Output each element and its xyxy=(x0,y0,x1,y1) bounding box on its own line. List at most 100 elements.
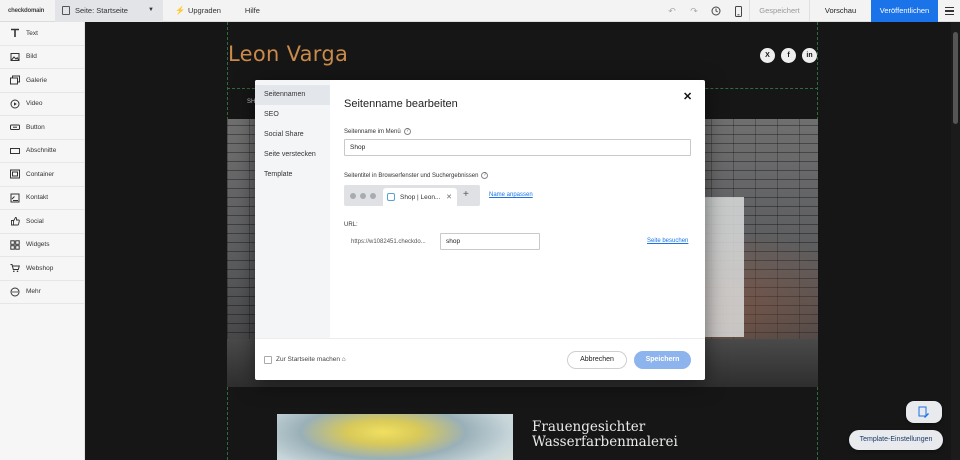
button-icon xyxy=(10,124,20,131)
painting-title-line: Wasserfarbenmalerei xyxy=(532,434,678,450)
help-link[interactable]: Hilfe xyxy=(245,6,260,15)
sidebar-item-label: Abschnitte xyxy=(26,147,57,155)
container-icon xyxy=(10,169,20,179)
new-tab-icon: + xyxy=(463,189,469,200)
top-toolbar: checkdomain Seite: Startseite ▼ ⚡ Upgrad… xyxy=(0,0,960,22)
x-social-icon[interactable]: X xyxy=(760,48,775,63)
page-settings-dialog: Seitennamen SEO Social Share Seite verst… xyxy=(255,80,705,380)
rename-link[interactable]: Name anpassen xyxy=(489,192,533,198)
linkedin-social-icon[interactable]: in xyxy=(802,48,817,63)
upgrade-button[interactable]: ⚡ Upgraden xyxy=(175,6,221,15)
close-icon[interactable]: ✕ xyxy=(683,90,692,103)
sidebar-item-text[interactable]: Text xyxy=(0,22,84,46)
browser-tab: Shop | Leon... ✕ xyxy=(383,188,457,206)
url-slug-input[interactable]: shop xyxy=(440,233,540,250)
tab-close-icon: ✕ xyxy=(446,194,452,201)
browser-title-label-text: Seitentitel in Browserfenster und Sucher… xyxy=(344,172,479,179)
window-dot xyxy=(350,193,356,199)
browser-title-label: Seitentitel in Browserfenster und Sucher… xyxy=(344,172,489,179)
contact-icon xyxy=(10,193,20,203)
browser-tab-text: Shop | Leon... xyxy=(400,193,441,201)
sidebar-item-container[interactable]: Container xyxy=(0,163,84,187)
help-icon[interactable]: ? xyxy=(481,172,489,179)
lightning-icon: ⚡ xyxy=(175,6,185,15)
more-icon xyxy=(10,287,20,297)
mobile-preview-icon[interactable] xyxy=(727,0,749,22)
tab-hide-page[interactable]: Seite verstecken xyxy=(255,145,330,165)
sidebar-item-widgets[interactable]: Widgets xyxy=(0,234,84,257)
sidebar-item-label: Widgets xyxy=(26,241,50,249)
sidebar-item-label: Galerie xyxy=(26,76,47,84)
page-select-label: Seite: Startseite xyxy=(75,6,128,15)
window-dot xyxy=(370,193,376,199)
dialog-tab-list: Seitennamen SEO Social Share Seite verst… xyxy=(255,80,330,338)
history-icon[interactable] xyxy=(705,0,727,22)
saved-status: Gespeichert xyxy=(749,0,809,22)
menu-icon[interactable] xyxy=(938,0,960,22)
sections-icon xyxy=(10,147,20,154)
template-settings-button[interactable]: Template-Einstellungen xyxy=(849,430,943,450)
widgets-icon xyxy=(10,240,20,250)
page-select-dropdown[interactable]: Seite: Startseite ▼ xyxy=(55,0,163,22)
publish-button[interactable]: Veröffentlichen xyxy=(871,0,938,22)
visit-page-link[interactable]: Seite besuchen xyxy=(647,238,688,244)
menu-name-label: Seitenname im Menü ? xyxy=(344,128,411,135)
sidebar-item-sections[interactable]: Abschnitte xyxy=(0,140,84,163)
brand-logo: checkdomain xyxy=(8,7,45,14)
cancel-button[interactable]: Abbrechen xyxy=(567,351,627,369)
home-icon: ⌂ xyxy=(341,356,346,363)
painting-image[interactable] xyxy=(277,414,513,460)
tab-page-names[interactable]: Seitennamen xyxy=(255,85,330,105)
window-dot xyxy=(360,193,366,199)
element-sidebar: Text Bild Galerie Video Button Abschnitt… xyxy=(0,22,85,460)
sidebar-item-webshop[interactable]: Webshop xyxy=(0,257,84,281)
sidebar-item-label: Text xyxy=(26,29,38,37)
cart-icon xyxy=(10,264,20,273)
tab-template[interactable]: Template xyxy=(255,165,330,185)
video-icon xyxy=(10,99,20,109)
redo-icon[interactable]: ↷ xyxy=(683,0,705,22)
painting-title[interactable]: Frauengesichter Wasserfarbenmalerei xyxy=(532,420,678,450)
tab-social-share[interactable]: Social Share xyxy=(255,125,330,145)
undo-icon[interactable]: ↶ xyxy=(661,0,683,22)
sidebar-item-label: Bild xyxy=(26,53,37,61)
sidebar-item-more[interactable]: Mehr xyxy=(0,281,84,304)
sidebar-item-label: Webshop xyxy=(26,264,54,272)
upgrade-label: Upgraden xyxy=(187,6,221,15)
sidebar-item-video[interactable]: Video xyxy=(0,93,84,116)
url-prefix: https://w1082451.checkdo... xyxy=(351,239,426,245)
favicon-icon xyxy=(387,193,395,201)
sidebar-item-label: Social xyxy=(26,217,44,225)
sidebar-item-social[interactable]: Social xyxy=(0,210,84,234)
site-title[interactable]: Leon Varga xyxy=(228,42,348,66)
page-icon xyxy=(62,6,70,15)
save-button[interactable]: Speichern xyxy=(634,351,691,369)
url-label: URL: xyxy=(344,222,358,228)
social-icon xyxy=(11,217,20,226)
preview-button[interactable]: Vorschau xyxy=(809,0,871,22)
tab-seo[interactable]: SEO xyxy=(255,105,330,125)
homepage-checkbox-label: Zur Startseite machen ⌂ xyxy=(276,356,346,363)
layout-edit-icon xyxy=(918,406,929,418)
menu-name-input[interactable]: Shop xyxy=(344,139,691,156)
gallery-icon xyxy=(10,75,20,85)
sidebar-item-image[interactable]: Bild xyxy=(0,46,84,69)
homepage-checkbox[interactable] xyxy=(264,356,272,364)
facebook-social-icon[interactable]: f xyxy=(781,48,796,63)
page-layout-button[interactable] xyxy=(906,401,942,423)
sidebar-item-gallery[interactable]: Galerie xyxy=(0,69,84,93)
sidebar-item-label: Video xyxy=(26,100,43,108)
sidebar-item-button[interactable]: Button xyxy=(0,116,84,140)
sidebar-item-label: Container xyxy=(26,170,55,178)
help-icon[interactable]: ? xyxy=(403,128,411,135)
scrollbar-thumb[interactable] xyxy=(953,32,958,124)
painting-title-line: Frauengesichter xyxy=(532,419,646,435)
dialog-title: Seitenname bearbeiten xyxy=(344,98,458,110)
image-icon xyxy=(10,52,20,61)
homepage-checkbox-text: Zur Startseite machen xyxy=(276,356,340,363)
sidebar-item-label: Mehr xyxy=(26,288,41,296)
sidebar-item-contact[interactable]: Kontakt xyxy=(0,187,84,210)
browser-tab-preview: Shop | Leon... ✕ + xyxy=(344,185,480,206)
sidebar-item-label: Button xyxy=(26,123,45,131)
canvas-scrollbar[interactable] xyxy=(951,22,960,460)
